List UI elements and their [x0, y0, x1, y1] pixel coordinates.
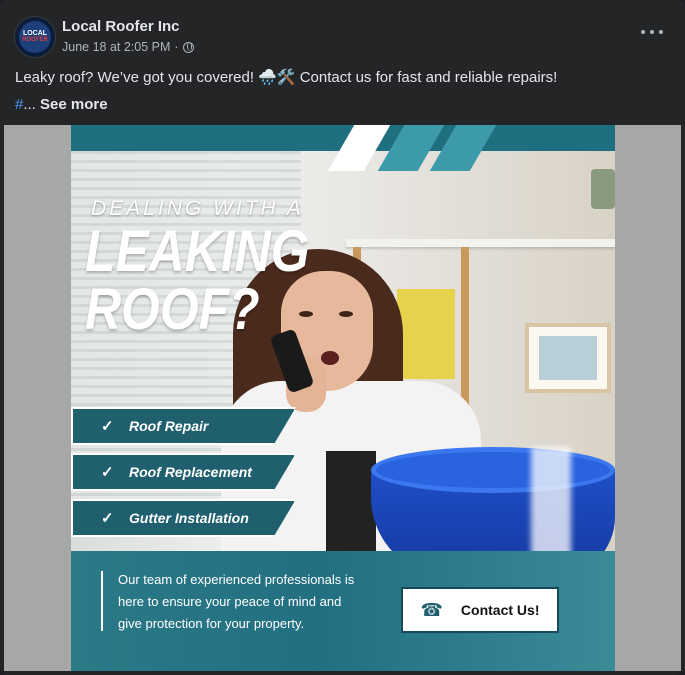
contact-us-label: Contact Us! [460, 602, 540, 618]
avatar-text-local: LOCAL [22, 30, 48, 37]
avatar-text-roofer: ROOFER [22, 37, 48, 43]
service-label: Gutter Installation [129, 510, 249, 526]
service-roof-replacement: ✓ Roof Replacement [71, 453, 296, 491]
more-options-button[interactable] [641, 26, 663, 38]
service-label: Roof Replacement [129, 464, 252, 480]
checkmark-icon: ✓ [101, 510, 114, 527]
headline-line-2: ROOF? [85, 277, 260, 342]
checkmark-icon: ✓ [101, 418, 114, 435]
headline-small: DEALING WITH A [91, 197, 304, 220]
post-meta: June 18 at 2:05 PM · [62, 40, 194, 54]
post-timestamp[interactable]: June 18 at 2:05 PM [62, 40, 170, 54]
divider [101, 571, 103, 631]
ad-tagline: Our team of experienced professionals is… [118, 572, 355, 631]
ad-image[interactable]: DEALING WITH A LEAKING ROOF? ✓ Roof Repa… [71, 125, 615, 671]
service-label: Roof Repair [129, 418, 209, 434]
ad-bottom-band: Our team of experienced professionals is… [71, 551, 615, 671]
headline-big: LEAKING ROOF? [85, 223, 309, 339]
contact-us-button[interactable]: ☎ Contact Us! [401, 587, 559, 633]
headline-line-1: LEAKING [85, 219, 310, 284]
post-media[interactable]: DEALING WITH A LEAKING ROOF? ✓ Roof Repa… [4, 125, 681, 671]
post-card: LOCAL ROOFER Local Roofer Inc June 18 at… [0, 0, 685, 675]
globe-icon[interactable] [182, 41, 194, 53]
more-options-icon [641, 30, 645, 34]
page-avatar[interactable]: LOCAL ROOFER [14, 16, 56, 58]
checkmark-icon: ✓ [101, 464, 114, 481]
service-gutter-installation: ✓ Gutter Installation [71, 499, 296, 537]
meta-separator: · [174, 40, 179, 54]
ellipsis: ... [23, 96, 36, 113]
see-more-row: #... See more [15, 96, 108, 113]
service-roof-repair: ✓ Roof Repair [71, 407, 296, 445]
page-name[interactable]: Local Roofer Inc [62, 18, 180, 35]
see-more-link[interactable]: See more [40, 96, 108, 113]
post-text: Leaky roof? We’ve got you covered! 🌧️🛠️ … [15, 69, 558, 86]
phone-icon: ☎ [420, 599, 443, 620]
